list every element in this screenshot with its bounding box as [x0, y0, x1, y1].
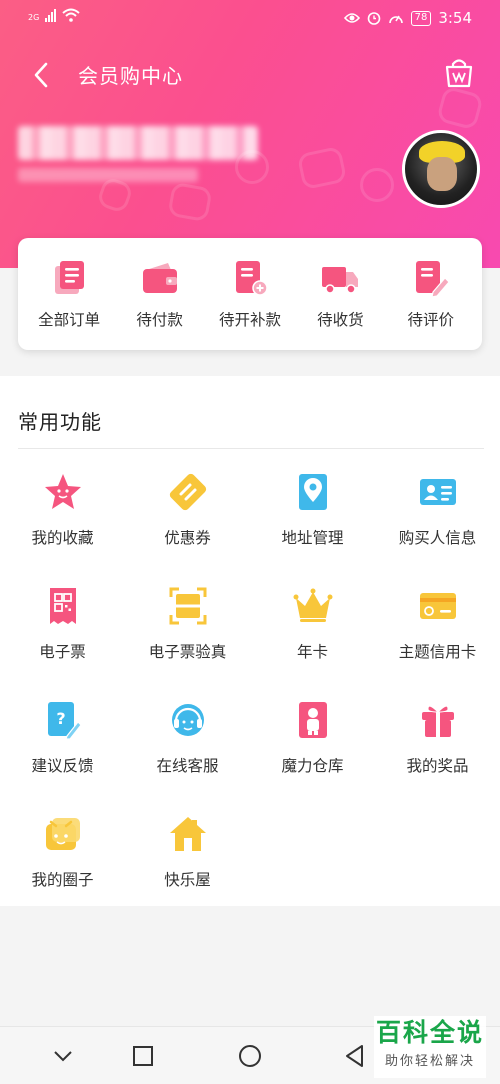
order-pending-supplement-button[interactable]: 待开补款	[206, 258, 294, 330]
function-grid: 我的收藏 优惠券 地址管理 购买人信息 电子票 电子票验真 年卡 主题信用卡 ?…	[0, 472, 500, 928]
back-triangle-icon[interactable]	[340, 1041, 370, 1071]
alarm-icon	[367, 12, 380, 25]
credit-card-icon	[419, 593, 456, 619]
document-edit-icon	[415, 261, 450, 298]
magic-warehouse-button[interactable]: 魔力仓库	[250, 700, 375, 814]
svg-text:?: ?	[56, 709, 65, 728]
annual-card-button[interactable]: 年卡	[250, 586, 375, 700]
function-label: 主题信用卡	[398, 643, 477, 661]
favorites-button[interactable]: 我的收藏	[0, 472, 125, 586]
function-label: 我的收藏	[31, 529, 94, 547]
function-label: 魔力仓库	[281, 757, 344, 775]
watermark-subtitle: 助你轻松解决	[384, 1054, 475, 1069]
crown-icon	[293, 588, 332, 622]
user-subtitle-blurred	[18, 168, 198, 182]
order-label: 待评价	[407, 311, 454, 329]
id-card-icon	[419, 479, 456, 505]
watermark: 百科全说 助你轻松解决	[374, 1016, 486, 1078]
location-pin-icon	[298, 474, 327, 510]
function-label: 地址管理	[281, 529, 344, 547]
chevron-down-icon[interactable]	[48, 1041, 78, 1071]
function-label: 我的圈子	[31, 871, 94, 889]
gift-icon	[421, 705, 454, 737]
common-functions-section: 常用功能 我的收藏 优惠券 地址管理 购买人信息 电子票 电子票验真 年卡 主题…	[0, 376, 500, 906]
function-label: 电子票	[39, 643, 86, 661]
order-all-button[interactable]: 全部订单	[25, 258, 113, 330]
e-ticket-verify-button[interactable]: 电子票验真	[125, 586, 250, 700]
function-label: 购买人信息	[398, 529, 477, 547]
username-blurred	[18, 126, 258, 160]
star-icon	[44, 474, 81, 509]
wallet-icon	[142, 263, 177, 293]
address-manage-button[interactable]: 地址管理	[250, 472, 375, 586]
scan-icon	[169, 587, 206, 625]
function-label: 在线客服	[156, 757, 219, 775]
buyer-info-button[interactable]: 购买人信息	[375, 472, 500, 586]
divider	[18, 448, 484, 449]
clock: 3:54	[438, 9, 472, 27]
feedback-button[interactable]: ? 建议反馈	[0, 700, 125, 814]
section-title: 常用功能	[18, 410, 102, 434]
top-nav-bar: 会员购中心	[0, 50, 500, 100]
my-circle-button[interactable]: 我的圈子	[0, 814, 125, 928]
order-label: 全部订单	[38, 311, 101, 329]
document-plus-icon	[235, 261, 268, 296]
order-label: 待付款	[136, 311, 183, 329]
online-service-button[interactable]: 在线客服	[125, 700, 250, 814]
my-prizes-button[interactable]: 我的奖品	[375, 700, 500, 814]
e-ticket-button[interactable]: 电子票	[0, 586, 125, 700]
order-label: 待收货	[317, 311, 364, 329]
happy-house-button[interactable]: 快乐屋	[125, 814, 250, 928]
status-bar: 2G 78 3:54	[0, 0, 500, 36]
watermark-title: 百科全说	[375, 1018, 484, 1047]
battery-level: 78	[410, 10, 432, 26]
theme-credit-card-button[interactable]: 主题信用卡	[375, 586, 500, 700]
eye-icon	[343, 13, 360, 23]
function-label: 优惠券	[164, 529, 211, 547]
coupon-button[interactable]: 优惠券	[125, 472, 250, 586]
function-label: 快乐屋	[164, 871, 211, 889]
home-icon[interactable]	[235, 1041, 265, 1071]
function-label: 我的奖品	[406, 757, 469, 775]
coupon-icon	[169, 473, 206, 511]
warehouse-icon	[298, 702, 327, 738]
qr-ticket-icon	[49, 588, 76, 624]
function-label: 年卡	[296, 643, 328, 661]
page-title: 会员购中心	[78, 64, 183, 88]
order-shipping-button[interactable]: 待收货	[296, 258, 384, 330]
feedback-icon: ?	[47, 702, 82, 740]
back-arrow-icon[interactable]	[28, 60, 58, 90]
customer-service-icon	[171, 704, 204, 736]
order-list-icon	[55, 261, 85, 294]
order-status-card: 全部订单 待付款 待开补款 待收货 待评价	[18, 238, 482, 350]
recent-apps-icon[interactable]	[128, 1041, 158, 1071]
delivery-truck-icon	[322, 267, 359, 294]
network-type: 2G	[28, 13, 40, 22]
speedometer-icon	[388, 15, 403, 24]
signal-icon	[45, 8, 57, 22]
shopping-bag-icon[interactable]	[442, 56, 476, 90]
order-label: 待开补款	[218, 311, 281, 329]
avatar[interactable]	[402, 130, 480, 208]
house-icon	[169, 817, 206, 851]
order-review-button[interactable]: 待评价	[387, 258, 475, 330]
function-label: 建议反馈	[31, 757, 94, 775]
wifi-icon	[62, 8, 80, 22]
function-label: 电子票验真	[148, 643, 227, 661]
order-unpaid-button[interactable]: 待付款	[116, 258, 204, 330]
circle-icon	[45, 818, 80, 850]
